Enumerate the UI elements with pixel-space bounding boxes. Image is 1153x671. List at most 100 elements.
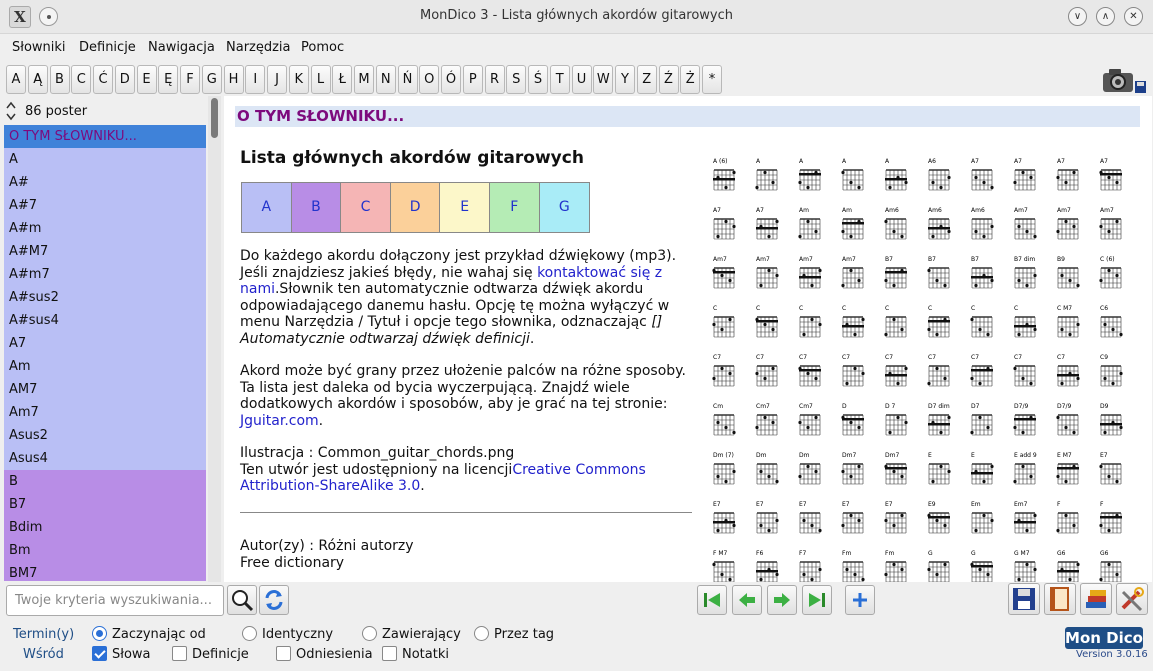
letter-button[interactable]: O: [419, 65, 440, 94]
count-spinner[interactable]: [4, 99, 18, 123]
letter-button[interactable]: Ł: [332, 65, 353, 94]
letter-button[interactable]: W: [593, 65, 614, 94]
word-list[interactable]: O TYM SŁOWNIKU... A A# A#7 A#m A#M7 A#m7 A#sus2…: [4, 125, 206, 581]
list-item[interactable]: Am7: [4, 401, 206, 424]
letter-button[interactable]: I: [245, 65, 266, 94]
list-item[interactable]: A#sus4: [4, 309, 206, 332]
check-references[interactable]: [276, 646, 291, 661]
dictionaries-button[interactable]: [1080, 583, 1112, 615]
letter-button[interactable]: Y: [615, 65, 635, 94]
letter-button[interactable]: Z: [636, 65, 657, 94]
list-item[interactable]: A#sus2: [4, 286, 206, 309]
radio-identical[interactable]: [242, 626, 257, 641]
letter-button[interactable]: Ś: [528, 65, 548, 94]
menu-definicje[interactable]: Definicje: [79, 40, 136, 55]
check-notes[interactable]: [382, 646, 397, 661]
letter-button[interactable]: G: [201, 65, 222, 94]
letter-tab[interactable]: D: [390, 183, 441, 232]
close-button[interactable]: ✕: [1124, 7, 1143, 26]
list-item[interactable]: Am: [4, 355, 206, 378]
scroll-thumb[interactable]: [211, 98, 218, 138]
letter-button[interactable]: U: [571, 65, 592, 94]
list-item[interactable]: AM7: [4, 378, 206, 401]
list-item[interactable]: Bm: [4, 539, 206, 562]
chord-name: Am6: [928, 207, 942, 214]
list-item[interactable]: A#: [4, 171, 206, 194]
letter-button[interactable]: Ć: [93, 65, 113, 94]
settings-button[interactable]: [1116, 583, 1148, 615]
letter-button[interactable]: N: [375, 65, 396, 94]
word-list-scrollbar[interactable]: [208, 96, 221, 582]
first-button[interactable]: [697, 585, 727, 615]
list-item-selected[interactable]: O TYM SŁOWNIKU...: [4, 125, 206, 148]
radio-by-tag[interactable]: [474, 626, 489, 641]
letter-tab[interactable]: A: [242, 183, 292, 232]
letter-button[interactable]: L: [310, 65, 331, 94]
menu-nawigacja[interactable]: Nawigacja: [148, 40, 215, 55]
list-item[interactable]: Asus2: [4, 424, 206, 447]
letter-button[interactable]: P: [462, 65, 483, 94]
next-button[interactable]: [767, 585, 797, 615]
letter-button[interactable]: C: [71, 65, 92, 94]
list-item[interactable]: A#M7: [4, 240, 206, 263]
letter-tab[interactable]: F: [489, 183, 540, 232]
check-words[interactable]: [92, 646, 107, 661]
list-item[interactable]: Asus4: [4, 447, 206, 470]
list-item[interactable]: A#7: [4, 194, 206, 217]
letter-tab[interactable]: G: [539, 183, 590, 232]
add-button[interactable]: [845, 585, 875, 615]
letter-button[interactable]: M: [354, 65, 374, 94]
list-item[interactable]: A7: [4, 332, 206, 355]
letter-button[interactable]: Ó: [441, 65, 461, 94]
camera-icon[interactable]: [1101, 65, 1147, 95]
letter-button[interactable]: Ń: [397, 65, 418, 94]
letter-button[interactable]: R: [484, 65, 505, 94]
minimize-button[interactable]: ∨: [1068, 7, 1087, 26]
save-button[interactable]: [1008, 583, 1040, 615]
list-item[interactable]: BM7: [4, 562, 206, 581]
radio-containing[interactable]: [362, 626, 377, 641]
notes-button[interactable]: [1044, 583, 1076, 615]
list-item[interactable]: A#m: [4, 217, 206, 240]
list-item[interactable]: A: [4, 148, 206, 171]
previous-button[interactable]: [732, 585, 762, 615]
letter-button[interactable]: *: [702, 65, 722, 94]
refresh-button[interactable]: [259, 585, 289, 615]
maximize-button[interactable]: ∧: [1096, 7, 1115, 26]
letter-tab[interactable]: B: [291, 183, 342, 232]
list-item[interactable]: A#m7: [4, 263, 206, 286]
menu-pomoc[interactable]: Pomoc: [301, 40, 344, 55]
letter-button[interactable]: E: [136, 65, 157, 94]
list-item[interactable]: B7: [4, 493, 206, 516]
chord-name: F: [1057, 501, 1061, 508]
chord-name: Fm: [885, 550, 894, 557]
last-button[interactable]: [802, 585, 832, 615]
chord-diagram: Cm7: [755, 403, 778, 436]
letter-button[interactable]: Ę: [158, 65, 179, 94]
jguitar-link[interactable]: Jguitar.com: [240, 413, 319, 429]
letter-button[interactable]: H: [223, 65, 244, 94]
search-button[interactable]: [227, 585, 257, 615]
letter-button[interactable]: Ź: [658, 65, 679, 94]
list-item[interactable]: B: [4, 470, 206, 493]
search-input[interactable]: Twoje kryteria wyszukiwania...: [6, 585, 224, 616]
letter-button[interactable]: S: [506, 65, 527, 94]
menu-slowniki[interactable]: Słowniki: [12, 40, 66, 55]
letter-button[interactable]: D: [114, 65, 135, 94]
chord-diagram: D7 dim: [928, 403, 951, 436]
radio-starting-with[interactable]: [92, 626, 107, 641]
letter-button[interactable]: K: [288, 65, 309, 94]
letter-button[interactable]: B: [49, 65, 70, 94]
letter-tab[interactable]: E: [440, 183, 490, 232]
list-item[interactable]: Bdim: [4, 516, 206, 539]
menu-narzedzia[interactable]: Narzędzia: [226, 40, 291, 55]
check-definitions[interactable]: [172, 646, 187, 661]
letter-tab[interactable]: C: [341, 183, 391, 232]
letter-button[interactable]: F: [180, 65, 200, 94]
chord-diagram: D9: [1100, 403, 1123, 436]
letter-button[interactable]: J: [267, 65, 287, 94]
letter-button[interactable]: Ż: [680, 65, 701, 94]
letter-button[interactable]: A: [6, 65, 26, 94]
letter-button[interactable]: Ą: [27, 65, 48, 94]
letter-button[interactable]: T: [549, 65, 570, 94]
